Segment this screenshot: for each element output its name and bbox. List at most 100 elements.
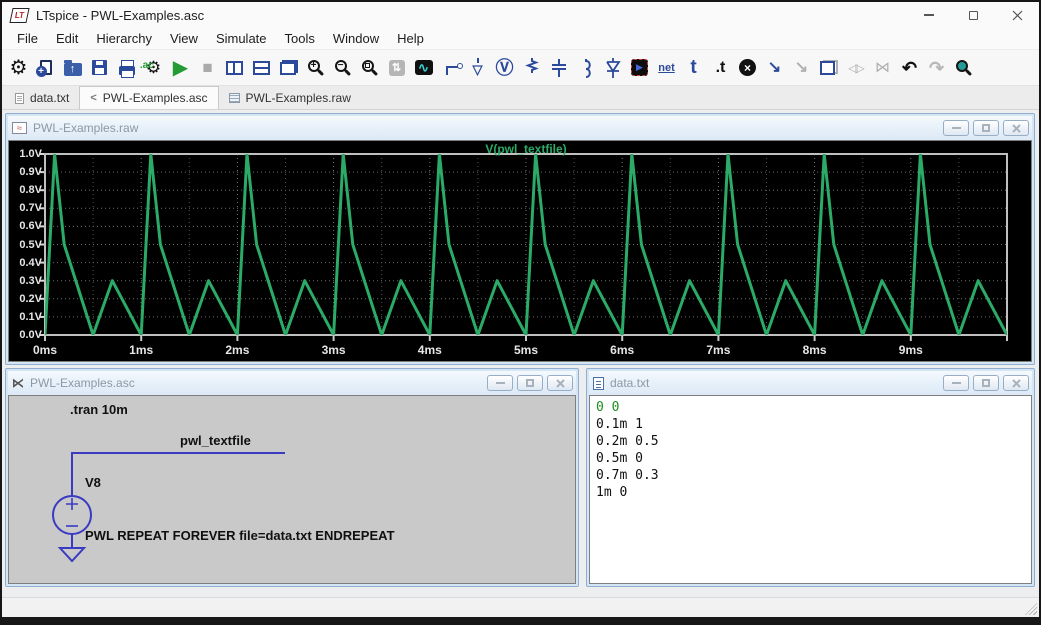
menu-window[interactable]: Window	[324, 31, 388, 46]
restore-button[interactable]	[973, 120, 999, 136]
zoom-full-extents-icon[interactable]	[356, 53, 383, 83]
minimize-button[interactable]	[943, 375, 969, 391]
ltspice-window: LT LTspice - PWL-Examples.asc FileEditHi…	[0, 0, 1041, 625]
waveform-plot[interactable]: V(pwl_textfile) 1.0V0.9V0.8V0.7V0.6V0.5V…	[8, 140, 1032, 362]
icon-glyph: t	[690, 58, 696, 77]
text-window-buttons	[943, 375, 1029, 391]
component-name-text[interactable]: V8	[85, 475, 101, 490]
icon-glyph: net	[658, 62, 675, 74]
text-window-titlebar[interactable]: data.txt	[589, 371, 1032, 395]
zoom-in-icon[interactable]: +	[302, 53, 329, 83]
net-label-text[interactable]: pwl_textfile	[180, 433, 251, 448]
y-axis-label: 0.7V	[9, 203, 42, 214]
new-schematic-icon[interactable]: +	[32, 53, 59, 83]
trace-label[interactable]: V(pwl_textfile)	[485, 142, 566, 156]
place-text-icon[interactable]: t	[680, 53, 707, 83]
component-value-text[interactable]: PWL REPEAT FOREVER file=data.txt ENDREPE…	[85, 528, 395, 543]
schematic-window-buttons	[487, 375, 573, 391]
mirror-icon[interactable]: ◁▷	[842, 53, 869, 83]
close-button[interactable]	[1003, 375, 1029, 391]
tile-vertical-icon[interactable]	[221, 53, 248, 83]
close-button[interactable]	[1003, 120, 1029, 136]
save-icon[interactable]	[86, 53, 113, 83]
halt-icon[interactable]: ■	[194, 53, 221, 83]
icon-glyph: ⋈	[875, 60, 890, 75]
close-icon	[1012, 10, 1023, 21]
drag-icon[interactable]: ↘	[788, 53, 815, 83]
place-component-icon[interactable]: ▶	[626, 53, 653, 83]
icon-glyph	[446, 66, 459, 75]
menu-edit[interactable]: Edit	[47, 31, 87, 46]
copy-icon[interactable]	[815, 53, 842, 83]
tab-PWL-Examples.asc[interactable]: <PWL-Examples.asc	[79, 86, 218, 109]
resize-grip[interactable]	[1025, 603, 1037, 615]
settings-icon[interactable]: ⚙	[5, 53, 32, 83]
icon-glyph	[549, 57, 569, 79]
code-line: 0.7m 0.3	[596, 467, 1025, 484]
zoom-out-icon[interactable]: −	[329, 53, 356, 83]
y-axis-label: 0.1V	[9, 312, 42, 323]
menu-tools[interactable]: Tools	[276, 31, 324, 46]
edit-simulation-cmd-icon[interactable]: ⚙.ac	[140, 53, 167, 83]
place-inductor-icon[interactable]	[572, 53, 599, 83]
close-icon	[556, 379, 565, 388]
place-ground-icon[interactable]: ▽	[464, 53, 491, 83]
undo-icon[interactable]: ↶	[896, 53, 923, 83]
spice-directive-icon[interactable]: .t	[707, 53, 734, 83]
waveform-chart[interactable]	[9, 141, 1031, 361]
wire[interactable]	[72, 453, 285, 496]
minimize-icon	[496, 382, 505, 384]
waveform-window-title: PWL-Examples.raw	[33, 121, 138, 135]
icon-glyph: ◁▷	[848, 62, 862, 74]
waveform-pane-icon[interactable]: ∿	[410, 53, 437, 83]
open-file-icon[interactable]: ↑	[59, 53, 86, 83]
tab-PWL-Examples.raw[interactable]: PWL-Examples.raw	[219, 87, 361, 109]
place-diode-icon[interactable]	[599, 53, 626, 83]
place-voltage-source-icon[interactable]: Ⓥ	[491, 53, 518, 83]
redo-icon[interactable]: ↷	[923, 53, 950, 83]
print-icon[interactable]	[113, 53, 140, 83]
icon-glyph: ↶	[902, 59, 917, 77]
menu-help[interactable]: Help	[388, 31, 433, 46]
pan-icon[interactable]: ⇅	[383, 53, 410, 83]
window-title: LTspice - PWL-Examples.asc	[36, 8, 204, 23]
minimize-button[interactable]	[907, 2, 951, 28]
titlebar[interactable]: LT LTspice - PWL-Examples.asc	[2, 2, 1039, 28]
schematic-window-titlebar[interactable]: ⋉ PWL-Examples.asc	[8, 371, 576, 395]
restore-button[interactable]	[517, 375, 543, 391]
icon-glyph	[956, 60, 968, 72]
menu-file[interactable]: File	[8, 31, 47, 46]
rotate-icon[interactable]: ⋈	[869, 53, 896, 83]
place-capacitor-icon[interactable]	[545, 53, 572, 83]
code-line: 0.1m 1	[596, 416, 1025, 433]
delete-icon[interactable]: ×	[734, 53, 761, 83]
cascade-windows-icon[interactable]	[275, 53, 302, 83]
spice-directive-text[interactable]: .tran 10m	[70, 402, 128, 417]
menu-hierarchy[interactable]: Hierarchy	[87, 31, 161, 46]
close-button[interactable]	[995, 2, 1039, 28]
schematic-canvas[interactable]: .tran 10m pwl_textfile V8 PWL REPEAT FOR…	[8, 395, 576, 584]
icon-glyph	[119, 66, 135, 75]
waveform-window-titlebar[interactable]: ≈ PWL-Examples.raw	[8, 116, 1032, 140]
label-net-icon[interactable]: net	[653, 53, 680, 83]
y-axis-label: 0.2V	[9, 294, 42, 305]
icon-glyph: .t	[716, 60, 726, 76]
menu-view[interactable]: View	[161, 31, 207, 46]
restore-button[interactable]	[973, 375, 999, 391]
maximize-button[interactable]	[951, 2, 995, 28]
draw-wire-icon[interactable]	[437, 53, 464, 83]
ground-symbol[interactable]	[60, 548, 84, 561]
find-icon[interactable]	[950, 53, 977, 83]
text-editor[interactable]: 0 00.1m 10.2m 0.50.5m 00.7m 0.31m 0	[589, 395, 1032, 584]
tile-horizontal-icon[interactable]	[248, 53, 275, 83]
close-button[interactable]	[547, 375, 573, 391]
code-line: 0.5m 0	[596, 450, 1025, 467]
move-icon[interactable]: ↘	[761, 53, 788, 83]
place-resistor-icon[interactable]	[518, 53, 545, 83]
minimize-button[interactable]	[943, 120, 969, 136]
minimize-button[interactable]	[487, 375, 513, 391]
x-axis-label: 2ms	[225, 344, 249, 356]
menu-simulate[interactable]: Simulate	[207, 31, 276, 46]
tab-data.txt[interactable]: data.txt	[5, 87, 79, 109]
run-icon[interactable]: ▶	[167, 53, 194, 83]
